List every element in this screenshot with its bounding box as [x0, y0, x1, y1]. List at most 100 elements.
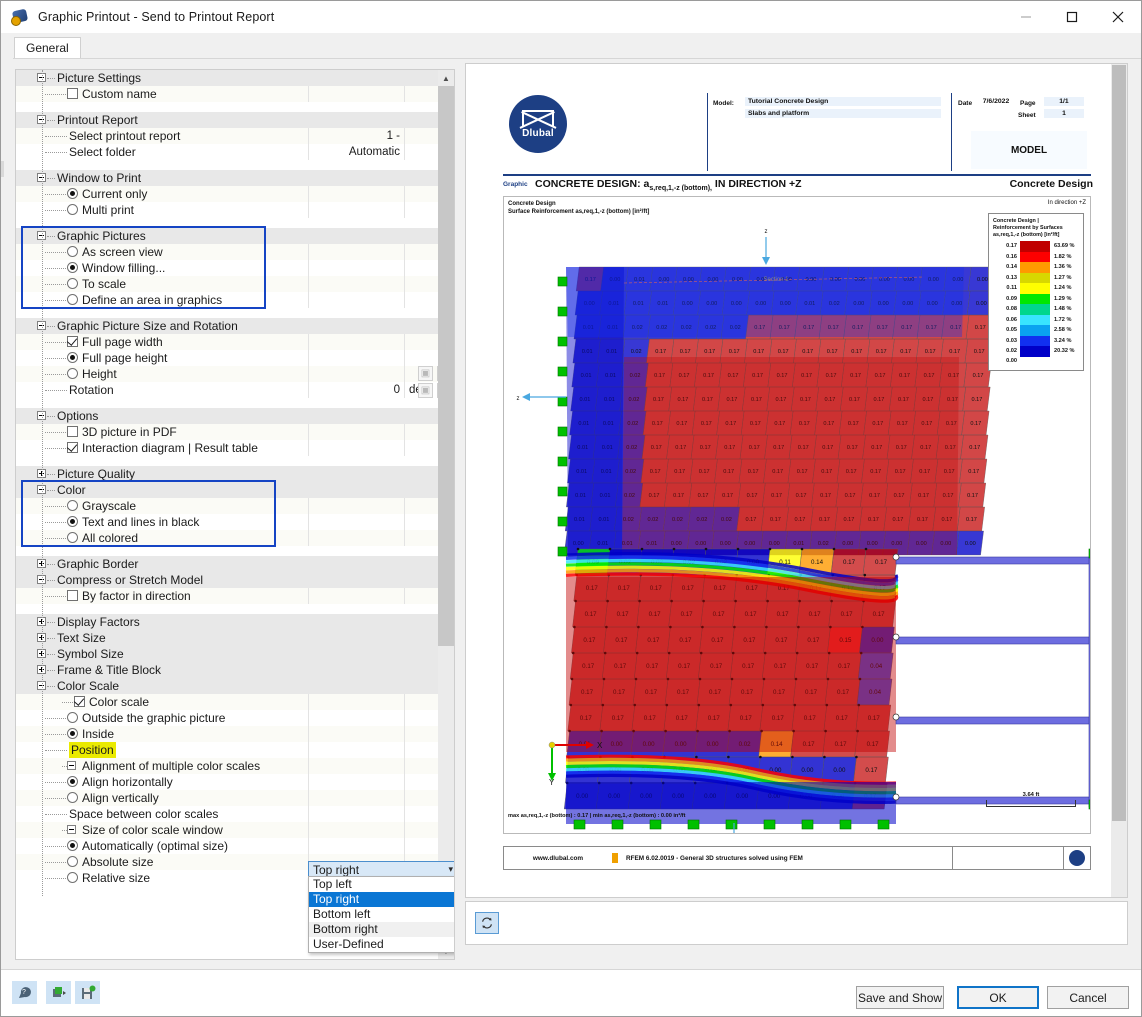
checkbox-interaction-diagram-result-table[interactable] — [67, 442, 78, 453]
checkbox-custom-name[interactable] — [67, 88, 78, 99]
tree-group-compress-or-stretch-model[interactable]: Compress or Stretch Model — [16, 572, 439, 588]
tree-item-value[interactable]: 0 — [308, 382, 404, 398]
tree-item-value[interactable] — [308, 530, 404, 546]
close-button[interactable] — [1095, 1, 1141, 33]
dropdown-option-top-left[interactable]: Top left — [309, 877, 454, 892]
tree-group-options[interactable]: Options — [16, 408, 439, 424]
tree-item-value[interactable] — [308, 774, 404, 790]
tree-item-alignment-of-multiple-color-scales[interactable]: Alignment of multiple color scales — [16, 758, 439, 774]
preview-scroll-thumb[interactable] — [1112, 65, 1126, 821]
tree-group-symbol-size[interactable]: Symbol Size — [16, 646, 439, 662]
tree-item-3d-picture-in-pdf[interactable]: 3D picture in PDF — [16, 424, 439, 440]
tree-item-value[interactable] — [308, 186, 404, 202]
tree-item-height[interactable]: Height — [16, 366, 439, 382]
tree-scroll-thumb[interactable] — [438, 86, 454, 646]
radio-relative-size[interactable] — [67, 872, 78, 883]
radio-define-an-area-in-graphics[interactable] — [67, 294, 78, 305]
tree-scrollbar[interactable]: ▲ ▼ — [438, 70, 454, 959]
tree-item-value[interactable] — [308, 260, 404, 276]
tree-group-color-scale[interactable]: Color Scale — [16, 678, 439, 694]
radio-align-horizontally[interactable] — [67, 776, 78, 787]
tree-item-size-of-color-scale-window[interactable]: Size of color scale window — [16, 822, 439, 838]
preview-scrollbar[interactable] — [1111, 64, 1127, 897]
tree-group-graphic-pictures[interactable]: Graphic Pictures — [16, 228, 439, 244]
tree-item-window-filling[interactable]: Window filling... — [16, 260, 439, 276]
tree-item-value[interactable] — [308, 366, 404, 382]
tree-item-grayscale[interactable]: Grayscale — [16, 498, 439, 514]
tree-item-interaction-diagram-result-table[interactable]: Interaction diagram | Result table — [16, 440, 439, 456]
settings-export-button[interactable] — [46, 981, 71, 1004]
tree-item-value[interactable] — [308, 694, 404, 710]
tree-item-value[interactable] — [308, 710, 404, 726]
minimize-button[interactable] — [1003, 1, 1049, 33]
checkbox-by-factor-in-direction[interactable] — [67, 590, 78, 601]
tree-group-graphic-picture-size-and-rotation[interactable]: Graphic Picture Size and Rotation — [16, 318, 439, 334]
tree-group-printout-report[interactable]: Printout Report — [16, 112, 439, 128]
tree-group-graphic-border[interactable]: Graphic Border — [16, 556, 439, 572]
radio-current-only[interactable] — [67, 188, 78, 199]
dropdown-option-user-defined[interactable]: User-Defined — [309, 937, 454, 952]
tree-item-value[interactable] — [308, 806, 404, 822]
tree-item-by-factor-in-direction[interactable]: By factor in direction — [16, 588, 439, 604]
tab-general[interactable]: General — [14, 37, 81, 58]
help-button[interactable]: ? — [12, 981, 37, 1004]
pick-area-button-2[interactable]: ▣ — [418, 383, 433, 398]
pick-area-button-1[interactable]: ▣ — [418, 366, 433, 381]
radio-full-page-height[interactable] — [67, 352, 78, 363]
tree-item-value[interactable] — [308, 86, 404, 102]
tree-item-value[interactable] — [308, 202, 404, 218]
tree-group-window-to-print[interactable]: Window to Print — [16, 170, 439, 186]
tree-item-align-horizontally[interactable]: Align horizontally — [16, 774, 439, 790]
tree-item-define-an-area-in-graphics[interactable]: Define an area in graphics — [16, 292, 439, 308]
tree-item-multi-print[interactable]: Multi print — [16, 202, 439, 218]
radio-text-and-lines-in-black[interactable] — [67, 516, 78, 527]
tree-group-display-factors[interactable]: Display Factors — [16, 614, 439, 630]
save-and-show-button[interactable]: Save and Show — [856, 986, 944, 1009]
dropdown-option-bottom-right[interactable]: Bottom right — [309, 922, 454, 937]
tree-item-value[interactable] — [308, 514, 404, 530]
tree-item-value[interactable] — [308, 424, 404, 440]
tree-item-all-colored[interactable]: All colored — [16, 530, 439, 546]
tree-item-value[interactable] — [308, 838, 404, 854]
ok-button[interactable]: OK — [957, 986, 1039, 1009]
checkbox-full-page-width[interactable] — [67, 336, 78, 347]
checkbox-3d-picture-in-pdf[interactable] — [67, 426, 78, 437]
tree-item-value[interactable]: 1 - — [308, 128, 404, 144]
dropdown-option-top-right[interactable]: Top right — [309, 892, 454, 907]
radio-all-colored[interactable] — [67, 532, 78, 543]
tree-item-automatically-optimal-size[interactable]: Automatically (optimal size) — [16, 838, 439, 854]
tree-item-space-between-color-scales[interactable]: Space between color scales — [16, 806, 439, 822]
position-dropdown-list[interactable]: Top left Top right Bottom left Bottom right… — [308, 876, 454, 953]
tree-item-position[interactable]: Position — [16, 742, 439, 758]
tree-item-outside-the-graphic-picture[interactable]: Outside the graphic picture — [16, 710, 439, 726]
tree-item-color-scale[interactable]: Color scale — [16, 694, 439, 710]
tree-group-picture-settings[interactable]: Picture Settings — [16, 70, 439, 86]
cancel-button[interactable]: Cancel — [1047, 986, 1129, 1009]
tree-item-full-page-height[interactable]: Full page height — [16, 350, 439, 366]
radio-to-scale[interactable] — [67, 278, 78, 289]
radio-automatically-optimal-size[interactable] — [67, 840, 78, 851]
tree-item-inside[interactable]: Inside — [16, 726, 439, 742]
tree-item-value[interactable] — [308, 498, 404, 514]
tree-item-value[interactable] — [308, 276, 404, 292]
tree-item-value[interactable] — [308, 292, 404, 308]
checkbox-color-scale[interactable] — [74, 696, 85, 707]
maximize-button[interactable] — [1049, 1, 1095, 33]
save-config-button[interactable] — [75, 981, 100, 1004]
radio-align-vertically[interactable] — [67, 792, 78, 803]
tree-item-value[interactable] — [308, 440, 404, 456]
radio-inside[interactable] — [67, 728, 78, 739]
tree-item-as-screen-view[interactable]: As screen view — [16, 244, 439, 260]
tree-group-frame-title-block[interactable]: Frame & Title Block — [16, 662, 439, 678]
tree-item-value[interactable] — [308, 350, 404, 366]
radio-multi-print[interactable] — [67, 204, 78, 215]
radio-window-filling[interactable] — [67, 262, 78, 273]
tree-item-value[interactable] — [308, 758, 404, 774]
radio-grayscale[interactable] — [67, 500, 78, 511]
tree-item-value[interactable] — [308, 334, 404, 350]
radio-as-screen-view[interactable] — [67, 246, 78, 257]
radio-height[interactable] — [67, 368, 78, 379]
expander-icon[interactable] — [67, 825, 76, 834]
tree-item-value[interactable] — [308, 244, 404, 260]
tree-item-value[interactable] — [308, 742, 404, 758]
